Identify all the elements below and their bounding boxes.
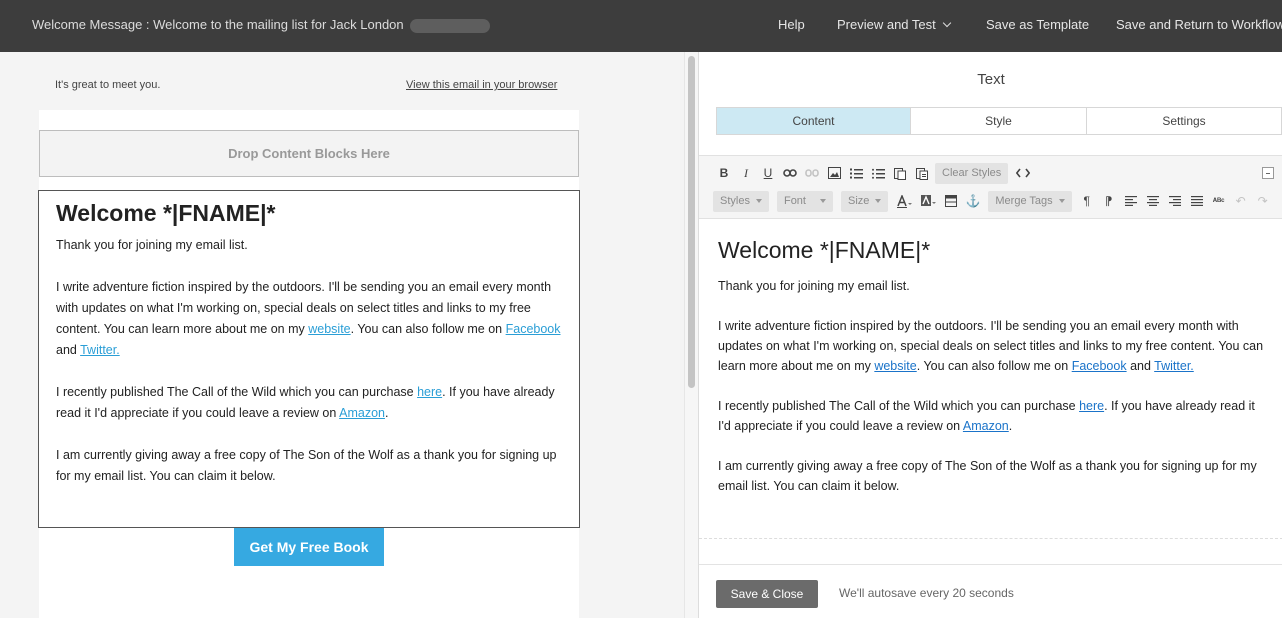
styles-label: Styles [720,194,750,207]
ltr-direction-icon[interactable]: ¶ [1076,190,1098,212]
align-right-icon[interactable] [1164,190,1186,212]
preview-paragraph-3: I recently published The Call of the Wil… [56,382,562,424]
editor-paragraph-2: I write adventure fiction inspired by th… [718,316,1264,376]
email-preview-pane: It's great to meet you. View this email … [0,52,684,618]
font-label: Font [783,194,806,207]
italic-button[interactable]: I [735,162,757,184]
caret-down-icon [755,198,762,203]
size-dropdown[interactable]: Size [840,190,889,212]
email-title: Welcome Message : Welcome to the mailing… [32,17,490,33]
styles-dropdown[interactable]: Styles [713,190,769,212]
preview-and-test-menu[interactable]: Preview and Test [837,17,952,32]
rich-text-editor[interactable]: Welcome *|FNAME|* Thank you for joining … [699,219,1282,539]
text-span: and [1126,359,1155,373]
view-in-browser-link[interactable]: View this email in your browser [406,79,557,91]
help-link[interactable]: Help [778,17,805,32]
panel-title: Text [977,71,1005,88]
redo-icon[interactable]: ↷ [1252,190,1274,212]
preview-paragraph-2: I write adventure fiction inspired by th… [56,277,562,361]
purchase-here-link[interactable]: here [417,385,442,399]
toolbar-row-2: Styles Font Size ⚓ Merge Tags ¶ ⁋ ᴬᴮᶜ ↶ … [713,190,1274,212]
text-color-icon[interactable] [892,190,918,212]
text-span: and [56,343,81,357]
source-code-icon[interactable] [1012,162,1034,184]
align-center-icon[interactable] [1142,190,1164,212]
preview-and-test-label: Preview and Test [837,17,936,32]
merge-tags-dropdown[interactable]: Merge Tags [988,190,1072,212]
save-and-close-button[interactable]: Save & Close [716,580,818,608]
text-span: . [1008,419,1013,433]
undo-icon[interactable]: ↶ [1230,190,1252,212]
paste-icon[interactable] [889,162,911,184]
justify-icon[interactable] [1186,190,1208,212]
preview-paragraph-4: I am currently giving away a free copy o… [56,448,557,483]
preview-paragraph-1: Thank you for joining my email list. [56,238,248,252]
editor-paragraph-4: I am currently giving away a free copy o… [718,459,1257,493]
collapse-toolbar-icon[interactable] [1262,167,1274,179]
top-bar: Welcome Message : Welcome to the mailing… [0,0,1282,52]
text-content-block[interactable]: Welcome *|FNAME|* Thank you for joining … [38,190,580,528]
twitter-link[interactable]: Twitter. [1154,359,1194,373]
website-link[interactable]: website [308,322,350,336]
amazon-link[interactable]: Amazon [339,406,385,420]
link-icon[interactable] [779,162,801,184]
text-editor-panel: Text Content Style Settings B I U Clear … [698,52,1282,618]
image-icon[interactable] [823,162,845,184]
align-left-icon[interactable] [1120,190,1142,212]
get-free-book-button[interactable]: Get My Free Book [234,528,384,566]
editor-toolbar: B I U Clear Styles Styles Font Size ⚓ Me… [699,155,1282,219]
twitter-link[interactable]: Twitter. [80,343,120,357]
merge-tags-label: Merge Tags [995,194,1053,207]
preview-heading: Welcome *|FNAME|* [56,200,276,226]
caret-down-icon [819,198,826,203]
anchor-icon[interactable]: ⚓ [962,190,984,212]
facebook-link[interactable]: Facebook [506,322,561,336]
toolbar-row-1: B I U Clear Styles [713,162,1034,184]
tab-settings[interactable]: Settings [1087,108,1281,134]
editor-footer: Save & Close We'll autosave every 20 sec… [699,564,1282,618]
website-link[interactable]: website [874,359,916,373]
text-span: . [384,406,389,420]
tab-content[interactable]: Content [717,108,911,134]
editor-paragraph-1: Thank you for joining my email list. [718,279,910,293]
unlink-icon[interactable] [801,162,823,184]
scrollbar-thumb[interactable] [688,56,695,388]
clear-styles-button[interactable]: Clear Styles [935,162,1009,184]
bullet-list-icon[interactable] [867,162,889,184]
amazon-link[interactable]: Amazon [963,419,1009,433]
drop-content-zone[interactable]: Drop Content Blocks Here [39,130,579,177]
preheader-text: It's great to meet you. [55,79,161,91]
spellcheck-icon[interactable]: ᴬᴮᶜ [1208,190,1230,212]
underline-button[interactable]: U [757,162,779,184]
table-icon[interactable] [940,190,962,212]
paste-text-icon[interactable] [911,162,933,184]
caret-down-icon [1058,198,1065,203]
editor-tabs: Content Style Settings [716,107,1282,135]
autosave-note: We'll autosave every 20 seconds [839,586,1014,600]
facebook-link[interactable]: Facebook [1072,359,1127,373]
purchase-here-link[interactable]: here [1079,399,1104,413]
save-as-template-link[interactable]: Save as Template [986,17,1089,32]
size-label: Size [847,194,870,207]
email-title-text: Welcome Message : Welcome to the mailing… [32,17,404,32]
rtl-direction-icon[interactable]: ⁋ [1098,190,1120,212]
text-span: I recently published The Call of the Wil… [718,399,1080,413]
tab-style[interactable]: Style [911,108,1087,134]
caret-down-icon [875,198,882,203]
bold-button[interactable]: B [713,162,735,184]
editor-paragraph-3: I recently published The Call of the Wil… [718,396,1264,436]
background-color-icon[interactable] [918,190,940,212]
text-span: I recently published The Call of the Wil… [56,385,418,399]
save-and-return-link[interactable]: Save and Return to Workflow [1116,17,1282,32]
preview-scrollbar[interactable] [684,52,698,618]
font-dropdown[interactable]: Font [776,190,833,212]
text-span: . You can also follow me on [350,322,506,336]
numbered-list-icon[interactable] [845,162,867,184]
editor-heading: Welcome *|FNAME|* [718,237,931,263]
chevron-down-icon [942,18,952,28]
status-badge [409,18,490,33]
text-span: . You can also follow me on [916,359,1072,373]
